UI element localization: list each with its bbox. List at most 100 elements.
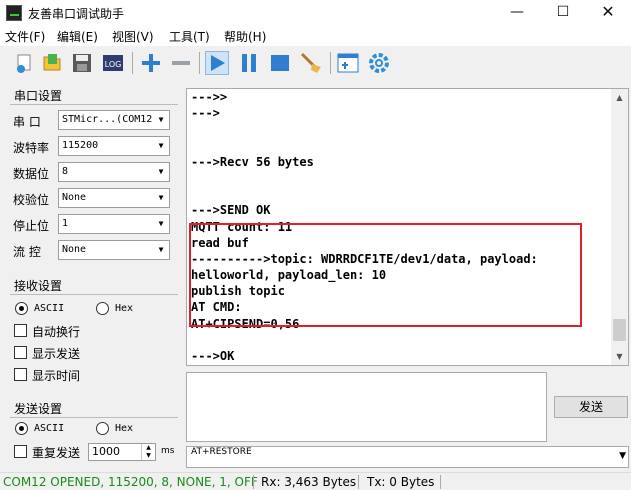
repeat-send-label: 重复发送	[32, 446, 81, 460]
flow-select[interactable]: None ▼	[58, 240, 170, 260]
port-select[interactable]: STMicr...(COM12 ▼	[58, 110, 170, 130]
save-icon[interactable]	[70, 51, 94, 75]
log-icon[interactable]: LOG	[101, 51, 125, 75]
flow-label: 流 控	[13, 245, 41, 259]
receive-hex-radio[interactable]	[96, 302, 109, 315]
close-button[interactable]: ✕	[585, 0, 631, 26]
receive-ascii-label: ASCII	[34, 303, 65, 314]
group-divider	[10, 294, 178, 295]
chevron-down-icon: ▼	[153, 241, 169, 259]
receive-area[interactable]: --->> ---> --->Recv 56 bytes --->SEND OK MQT…	[186, 88, 629, 366]
auto-wrap-checkbox[interactable]	[14, 324, 27, 337]
status-rx: Rx: 3,463 Bytes	[261, 475, 357, 489]
highlight-box	[189, 223, 582, 327]
receive-ascii-radio[interactable]	[15, 302, 28, 315]
interval-unit: ms	[161, 446, 175, 456]
open-icon[interactable]	[40, 51, 64, 75]
receive-line: --->Recv 56 bytes	[191, 154, 314, 169]
show-send-label: 显示发送	[32, 347, 81, 361]
baud-select[interactable]: 115200 ▼	[58, 136, 170, 156]
status-separator	[440, 475, 441, 489]
status-port: COM12 OPENED, 115200, 8, NONE, 1, OFF	[3, 475, 258, 489]
title-bar: 友善串口调试助手 — ☐ ✕	[0, 0, 631, 26]
status-separator	[253, 475, 254, 489]
stop-bits-value: 1	[62, 218, 69, 229]
maximize-button[interactable]: ☐	[540, 0, 586, 26]
receive-line	[191, 138, 538, 154]
stop-icon[interactable]	[268, 51, 292, 75]
send-hex-label: Hex	[115, 423, 134, 434]
minimize-button[interactable]: —	[494, 0, 540, 26]
spin-down-icon[interactable]: ▼	[141, 452, 155, 460]
vertical-scrollbar[interactable]: ▲ ▼	[611, 89, 628, 365]
receive-line	[191, 332, 538, 348]
send-input[interactable]	[186, 372, 547, 442]
receive-line	[191, 121, 538, 137]
flow-value: None	[62, 244, 87, 255]
group-divider	[10, 104, 178, 105]
receive-line	[191, 170, 538, 186]
settings-icon[interactable]	[367, 51, 391, 75]
data-bits-label: 数据位	[13, 167, 50, 181]
port-label: 串 口	[13, 115, 41, 129]
stop-bits-label: 停止位	[13, 219, 50, 233]
toolbar-separator	[132, 52, 133, 74]
chevron-down-icon: ▼	[619, 451, 626, 461]
show-time-checkbox[interactable]	[14, 368, 27, 381]
history-select[interactable]: AT+RESTORE ▼	[186, 446, 629, 468]
baud-label: 波特率	[13, 141, 50, 155]
menu-edit[interactable]: 编辑(E)	[57, 28, 98, 45]
status-tx: Tx: 0 Bytes	[367, 475, 435, 489]
menu-help[interactable]: 帮助(H)	[224, 28, 266, 45]
log-icon-text: LOG	[105, 60, 122, 69]
show-send-checkbox[interactable]	[14, 346, 27, 359]
menu-file[interactable]: 文件(F)	[5, 28, 45, 45]
clear-icon[interactable]	[299, 51, 323, 75]
toolbar: LOG	[0, 46, 631, 80]
chevron-down-icon: ▼	[153, 215, 169, 233]
receive-line: --->>	[191, 90, 228, 104]
receive-line: --->	[191, 106, 220, 121]
repeat-send-checkbox[interactable]	[14, 445, 27, 458]
parity-select[interactable]: None ▼	[58, 188, 170, 208]
menu-tools[interactable]: 工具(T)	[169, 28, 210, 45]
add-icon[interactable]	[139, 51, 163, 75]
status-bar: COM12 OPENED, 115200, 8, NONE, 1, OFF Rx…	[0, 472, 631, 490]
group-divider	[10, 417, 178, 418]
receive-line: --->SEND OK	[191, 203, 271, 218]
receive-line: --->OK	[191, 349, 235, 363]
parity-value: None	[62, 192, 87, 203]
scroll-up-icon[interactable]: ▲	[611, 89, 628, 106]
chevron-down-icon: ▼	[153, 111, 169, 129]
scroll-thumb[interactable]	[613, 319, 626, 341]
new-icon[interactable]	[12, 51, 36, 75]
auto-wrap-label: 自动换行	[32, 325, 81, 339]
receive-settings-title: 接收设置	[14, 279, 63, 293]
history-value: AT+RESTORE	[191, 447, 252, 457]
layout-icon[interactable]	[336, 51, 360, 75]
remove-icon[interactable]	[169, 51, 193, 75]
menu-view[interactable]: 视图(V)	[112, 28, 154, 45]
interval-input[interactable]: 1000 ▲ ▼	[88, 443, 156, 461]
show-time-label: 显示时间	[32, 369, 81, 383]
parity-label: 校验位	[13, 193, 50, 207]
pause-icon[interactable]	[237, 51, 261, 75]
send-ascii-radio[interactable]	[15, 422, 28, 435]
stop-bits-select[interactable]: 1 ▼	[58, 214, 170, 234]
toolbar-separator	[199, 52, 200, 74]
chevron-down-icon: ▼	[153, 189, 169, 207]
data-bits-select[interactable]: 8 ▼	[58, 162, 170, 182]
toolbar-separator	[330, 52, 331, 74]
interval-value: 1000	[92, 445, 120, 458]
send-button[interactable]: 发送	[554, 396, 628, 418]
menu-bar: 文件(F) 编辑(E) 视图(V) 工具(T) 帮助(H)	[0, 26, 631, 46]
port-value: STMicr...(COM12	[62, 114, 153, 125]
data-bits-value: 8	[62, 166, 69, 177]
run-icon[interactable]	[205, 51, 229, 75]
send-settings-title: 发送设置	[14, 402, 63, 416]
spin-up-icon[interactable]: ▲	[141, 444, 155, 452]
send-hex-radio[interactable]	[96, 422, 109, 435]
scroll-down-icon[interactable]: ▼	[611, 348, 628, 365]
serial-settings-title: 串口设置	[14, 89, 63, 103]
receive-line	[191, 186, 538, 202]
